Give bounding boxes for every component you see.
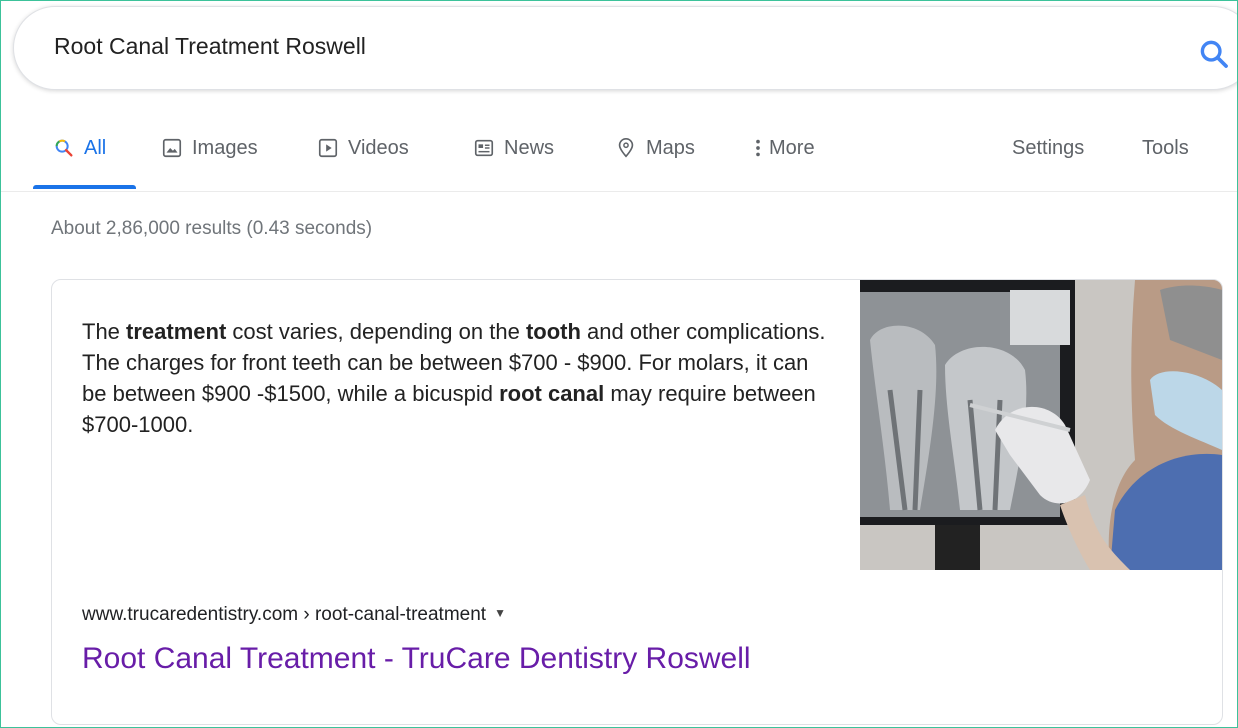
browser-viewport: Root Canal Treatment Roswell All Images	[0, 0, 1238, 728]
featured-snippet-card: The treatment cost varies, depending on …	[51, 279, 1223, 725]
snippet-segment: cost varies, depending on the	[226, 319, 526, 344]
tab-label: News	[504, 137, 555, 159]
image-icon	[162, 138, 182, 158]
tab-videos[interactable]: Videos	[317, 129, 409, 189]
settings-label: Settings	[1012, 137, 1085, 159]
search-icon[interactable]	[1197, 37, 1231, 71]
active-tab-indicator	[33, 185, 136, 189]
newspaper-icon	[474, 139, 494, 157]
snippet-segment: The	[82, 319, 127, 344]
map-pin-icon	[618, 138, 634, 158]
search-icon	[55, 139, 73, 157]
settings-link[interactable]: Settings	[1012, 129, 1084, 189]
tools-link[interactable]: Tools	[1142, 129, 1189, 189]
tab-maps[interactable]: Maps	[615, 129, 695, 189]
search-bar[interactable]: Root Canal Treatment Roswell	[13, 6, 1237, 90]
search-tabs: All Images Videos News Maps More Setting…	[1, 129, 1237, 192]
result-stats: About 2,86,000 results (0.43 seconds)	[51, 218, 373, 239]
tab-label: Maps	[646, 137, 695, 159]
search-input[interactable]: Root Canal Treatment Roswell	[54, 33, 366, 60]
tab-all[interactable]: All	[53, 129, 106, 189]
snippet-segment-bold: tooth	[525, 319, 581, 344]
snippet-segment-bold: root canal	[499, 381, 605, 406]
more-vertical-icon	[756, 139, 760, 157]
snippet-segment-bold: treatment	[126, 319, 227, 344]
play-icon	[318, 138, 338, 158]
result-cite[interactable]: www.trucaredentistry.com › root-canal-tr…	[82, 604, 506, 626]
cite-url: www.trucaredentistry.com › root-canal-tr…	[82, 604, 487, 625]
result-title-link[interactable]: Root Canal Treatment - TruCare Dentistry…	[82, 642, 751, 676]
tab-label: All	[84, 137, 107, 159]
tools-label: Tools	[1142, 137, 1189, 159]
tab-label: Videos	[348, 137, 409, 159]
tab-label: More	[769, 137, 815, 159]
tab-label: Images	[192, 137, 258, 159]
featured-snippet-text: The treatment cost varies, depending on …	[82, 316, 827, 440]
dental-xray-thumbnail[interactable]	[860, 280, 1222, 570]
tab-news[interactable]: News	[473, 129, 554, 189]
tab-images[interactable]: Images	[161, 129, 258, 189]
dropdown-caret-icon[interactable]: ▼	[494, 606, 506, 620]
tab-more[interactable]: More	[753, 129, 815, 189]
